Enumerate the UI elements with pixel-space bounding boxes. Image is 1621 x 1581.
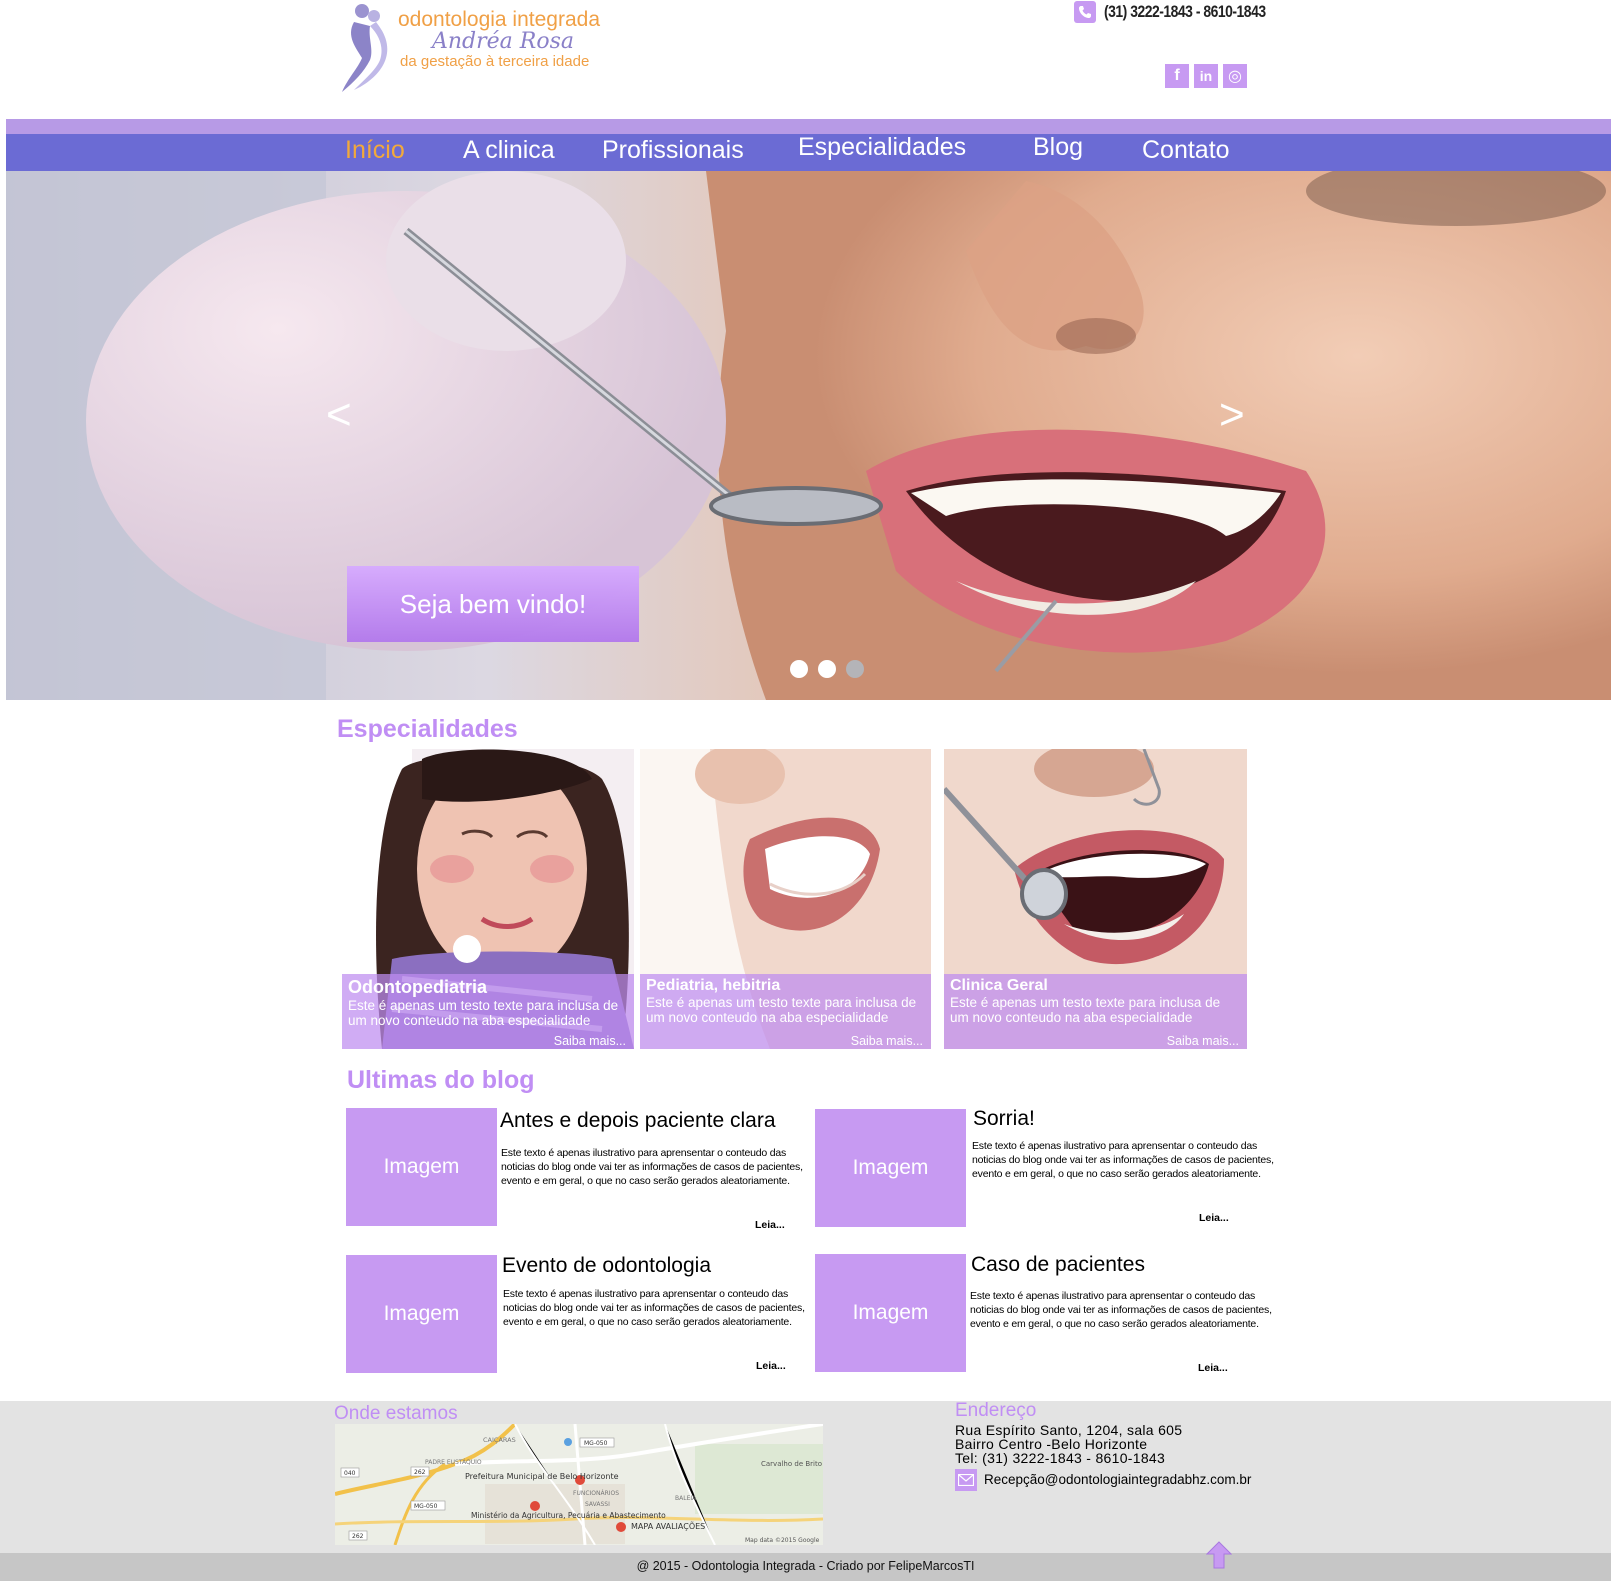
blog-title: Ultimas do blog <box>347 1066 535 1094</box>
map-label: SAVASSI <box>585 1501 610 1508</box>
blog-post-text: Este texto é apenas ilustrativo para apr… <box>503 1288 805 1328</box>
specialty-more-link[interactable]: Saiba mais... <box>851 1034 923 1048</box>
specialty-overlay: Pediatria, hebitria Este é apenas um tes… <box>640 974 931 1049</box>
map-road-label: MG-050 <box>414 1503 438 1510</box>
carousel-dot[interactable] <box>818 660 836 678</box>
nav-item-inicio[interactable]: Início <box>345 136 405 165</box>
specialty-card[interactable]: Pediatria, hebitria Este é apenas um tes… <box>640 749 931 1049</box>
blog-post-title[interactable]: Sorria! <box>973 1107 1035 1131</box>
map-label: BALEIA <box>675 1495 697 1502</box>
blog-post-image[interactable]: Imagem <box>815 1254 966 1372</box>
header-phone: (31) 3222-1843 - 8610-1843 <box>1074 0 1301 24</box>
blog-read-more-link[interactable]: Leia... <box>1199 1212 1229 1224</box>
email-link[interactable]: Recepção@odontologiaintegradabhz.com.br <box>984 1472 1251 1487</box>
specialty-more-link[interactable]: Saiba mais... <box>1167 1034 1239 1048</box>
map-label: FUNCIONÁRIOS <box>573 1490 619 1497</box>
logo-tagline-text: da gestação à terceira idade <box>400 53 590 70</box>
map-label: PADRE EUSTÁQUIO <box>425 1459 482 1466</box>
map-image: CAIÇARAS PADRE EUSTÁQUIO Prefeitura Muni… <box>335 1424 823 1545</box>
nav-item-contato[interactable]: Contato <box>1142 136 1230 165</box>
specialty-description: Este é apenas um testo texte para inclus… <box>646 995 917 1025</box>
specialty-title: Pediatria, hebitria <box>646 977 781 994</box>
welcome-button[interactable]: Seja bem vindo! <box>347 566 639 642</box>
map-label: MAPA AVALIAÇÕES <box>631 1520 705 1531</box>
blog-post-title[interactable]: Evento de odontologia <box>502 1254 711 1278</box>
main-nav: Início A clinica Profissionais Especiali… <box>6 133 1611 171</box>
logo-figure-icon <box>342 4 388 92</box>
mail-icon <box>955 1469 977 1491</box>
blog-read-more-link[interactable]: Leia... <box>755 1219 785 1231</box>
specialty-title: Clinica Geral <box>950 977 1048 994</box>
logo[interactable]: odontologia integrada Andréa Rosa da ges… <box>340 2 630 92</box>
logo-name-text: Andréa Rosa <box>432 29 575 54</box>
nav-top-strip <box>6 119 1611 134</box>
back-to-top-arrow-icon[interactable] <box>1205 1541 1233 1569</box>
map-label: Carvalho de Brito <box>761 1460 822 1468</box>
carousel-dot[interactable] <box>846 660 864 678</box>
blog-read-more-link[interactable]: Leia... <box>1198 1362 1228 1374</box>
specialty-title: Odontopediatria <box>348 977 487 997</box>
blog-read-more-link[interactable]: Leia... <box>756 1360 786 1372</box>
blog-post-image[interactable]: Imagem <box>346 1108 497 1226</box>
location-map[interactable]: CAIÇARAS PADRE EUSTÁQUIO Prefeitura Muni… <box>335 1424 823 1545</box>
blog-post-title[interactable]: Caso de pacientes <box>971 1253 1145 1277</box>
blog-post-image[interactable]: Imagem <box>815 1109 966 1227</box>
hero-smile-photo <box>6 171 1611 700</box>
nav-item-a-clinica[interactable]: A clinica <box>463 136 555 165</box>
specialty-description: Este é apenas um testo texte para inclus… <box>348 998 619 1028</box>
blog-post-image[interactable]: Imagem <box>346 1255 497 1373</box>
map-title: Onde estamos <box>334 1403 458 1424</box>
blog-post-text: Este texto é apenas ilustrativo para apr… <box>972 1140 1274 1180</box>
blog-post-title[interactable]: Antes e depois paciente clara <box>500 1109 776 1133</box>
phone-icon <box>1074 1 1096 23</box>
address-title: Endereço <box>955 1400 1037 1421</box>
specialty-card[interactable]: Odontopediatria Este é apenas um testo t… <box>342 749 634 1049</box>
carousel-next-button[interactable]: > <box>1219 393 1245 437</box>
linkedin-icon[interactable]: in <box>1194 64 1218 88</box>
map-road-label: MG-050 <box>584 1440 608 1447</box>
specialty-description: Este é apenas um testo texte para inclus… <box>950 995 1221 1025</box>
facebook-icon[interactable]: f <box>1165 64 1189 88</box>
map-label: CAIÇARAS <box>483 1436 516 1444</box>
blog-post-text: Este texto é apenas ilustrativo para apr… <box>501 1147 803 1187</box>
instagram-icon[interactable]: ◎ <box>1223 64 1247 88</box>
map-label: Ministério da Agricultura, Pecuária e Ab… <box>471 1511 666 1520</box>
specialties-title: Especialidades <box>337 715 518 743</box>
specialty-overlay: Odontopediatria Este é apenas um testo t… <box>342 974 634 1049</box>
specialty-overlay: Clinica Geral Este é apenas um testo tex… <box>944 974 1247 1049</box>
map-road-label: 262 <box>352 1533 364 1540</box>
blog-post-text: Este texto é apenas ilustrativo para apr… <box>970 1290 1272 1330</box>
specialty-more-link[interactable]: Saiba mais... <box>554 1034 626 1048</box>
copyright-text: @ 2015 - Odontologia Integrada - Criado … <box>636 1559 975 1573</box>
carousel-indicators <box>790 660 864 678</box>
carousel-dot[interactable] <box>790 660 808 678</box>
map-road-label: 262 <box>414 1469 426 1476</box>
hero-carousel: < > Seja bem vindo! <box>6 171 1611 700</box>
nav-item-especialidades[interactable]: Especialidades <box>798 133 966 162</box>
nav-item-profissionais[interactable]: Profissionais <box>602 136 744 165</box>
map-road-label: 040 <box>344 1470 356 1477</box>
social-links: f in ◎ <box>1165 64 1247 88</box>
map-label: Prefeitura Municipal de Belo Horizonte <box>465 1472 619 1481</box>
map-attribution: Map data ©2015 Google <box>745 1537 820 1544</box>
nav-item-blog[interactable]: Blog <box>1033 133 1083 162</box>
address-phone: Tel: (31) 3222-1843 - 8610-1843 <box>955 1450 1166 1466</box>
phone-number: (31) 3222-1843 - 8610-1843 <box>1104 2 1266 21</box>
carousel-prev-button[interactable]: < <box>326 393 352 437</box>
specialty-card[interactable]: Clinica Geral Este é apenas um testo tex… <box>944 749 1247 1049</box>
